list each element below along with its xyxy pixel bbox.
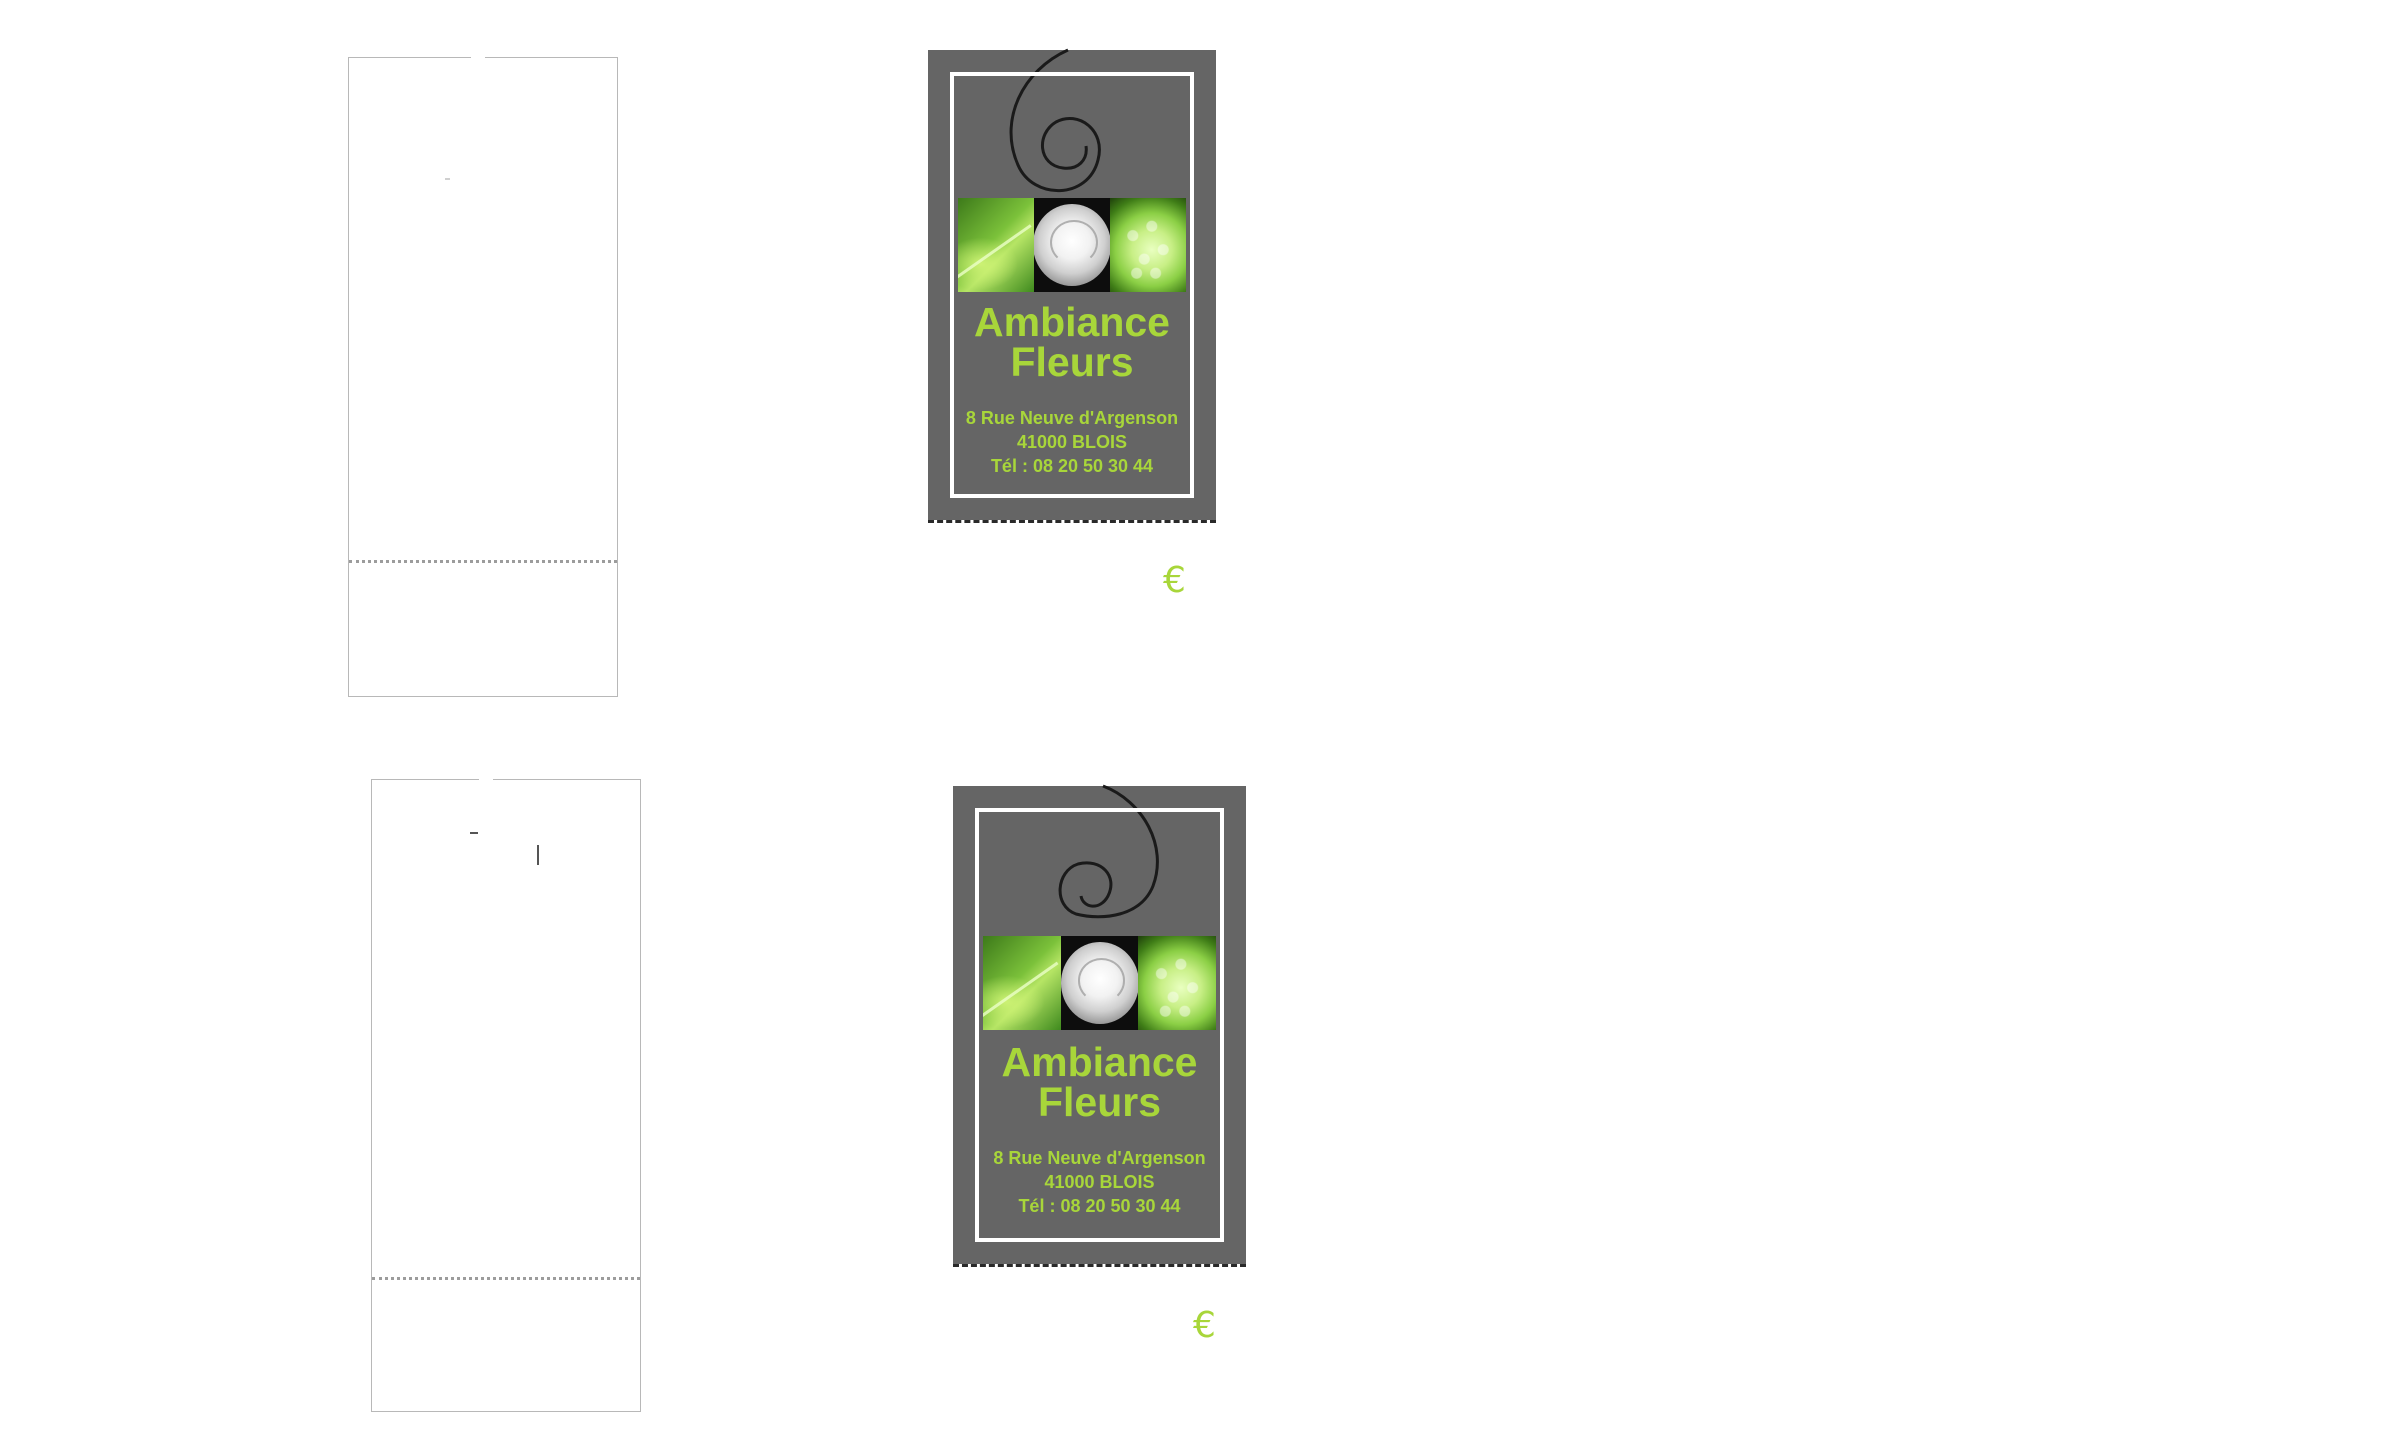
phone-number: Tél : 08 20 50 30 44 (990, 456, 1154, 476)
tear-off-perforation (349, 560, 617, 563)
tag-perforation-edge (953, 1264, 1246, 1267)
price-tag-2: Ambiance Fleurs 8 Rue Neuve d'Argenson 4… (953, 784, 1246, 1267)
hydrangea-photo (1110, 198, 1186, 292)
leaf-photo (983, 936, 1061, 1030)
white-rose-photo (1034, 198, 1110, 292)
street-address: 8 Rue Neuve d'Argenson (965, 408, 1179, 428)
euro-price-symbol: € (1163, 560, 1186, 601)
shop-name-line1: Ambiance (974, 299, 1170, 345)
hanger-notch (471, 56, 485, 59)
shop-name-line2: Fleurs (1010, 339, 1134, 385)
flower-photo-strip (958, 198, 1186, 292)
tag-perforation-edge (928, 520, 1216, 523)
price-tag-1: Ambiance Fleurs 8 Rue Neuve d'Argenson 4… (928, 48, 1216, 523)
shop-name-line1: Ambiance (1001, 1039, 1198, 1085)
euro-price-symbol: € (1193, 1305, 1216, 1346)
flower-photo-strip (983, 936, 1217, 1030)
shop-address: 8 Rue Neuve d'Argenson 41000 BLOIS Tél :… (953, 1146, 1246, 1218)
shop-name: Ambiance Fleurs (953, 1039, 1246, 1125)
blank-tag-outline-1 (348, 56, 618, 697)
registration-mark (445, 178, 450, 180)
postal-city: 41000 BLOIS (1016, 432, 1128, 452)
shop-address: 8 Rue Neuve d'Argenson 41000 BLOIS Tél :… (928, 406, 1216, 478)
hydrangea-photo (1138, 936, 1217, 1030)
phone-number: Tél : 08 20 50 30 44 (1018, 1196, 1181, 1216)
registration-mark (470, 832, 478, 834)
leaf-photo (958, 198, 1034, 292)
tear-off-perforation (372, 1277, 640, 1280)
street-address: 8 Rue Neuve d'Argenson (993, 1148, 1206, 1168)
shop-name-line2: Fleurs (1037, 1079, 1162, 1125)
hanger-notch (479, 778, 493, 781)
postal-city: 41000 BLOIS (1044, 1172, 1155, 1192)
registration-mark (537, 845, 539, 865)
blank-tag-outline-2 (371, 778, 641, 1412)
shop-name: Ambiance Fleurs (928, 299, 1216, 385)
white-rose-photo (1060, 936, 1139, 1030)
